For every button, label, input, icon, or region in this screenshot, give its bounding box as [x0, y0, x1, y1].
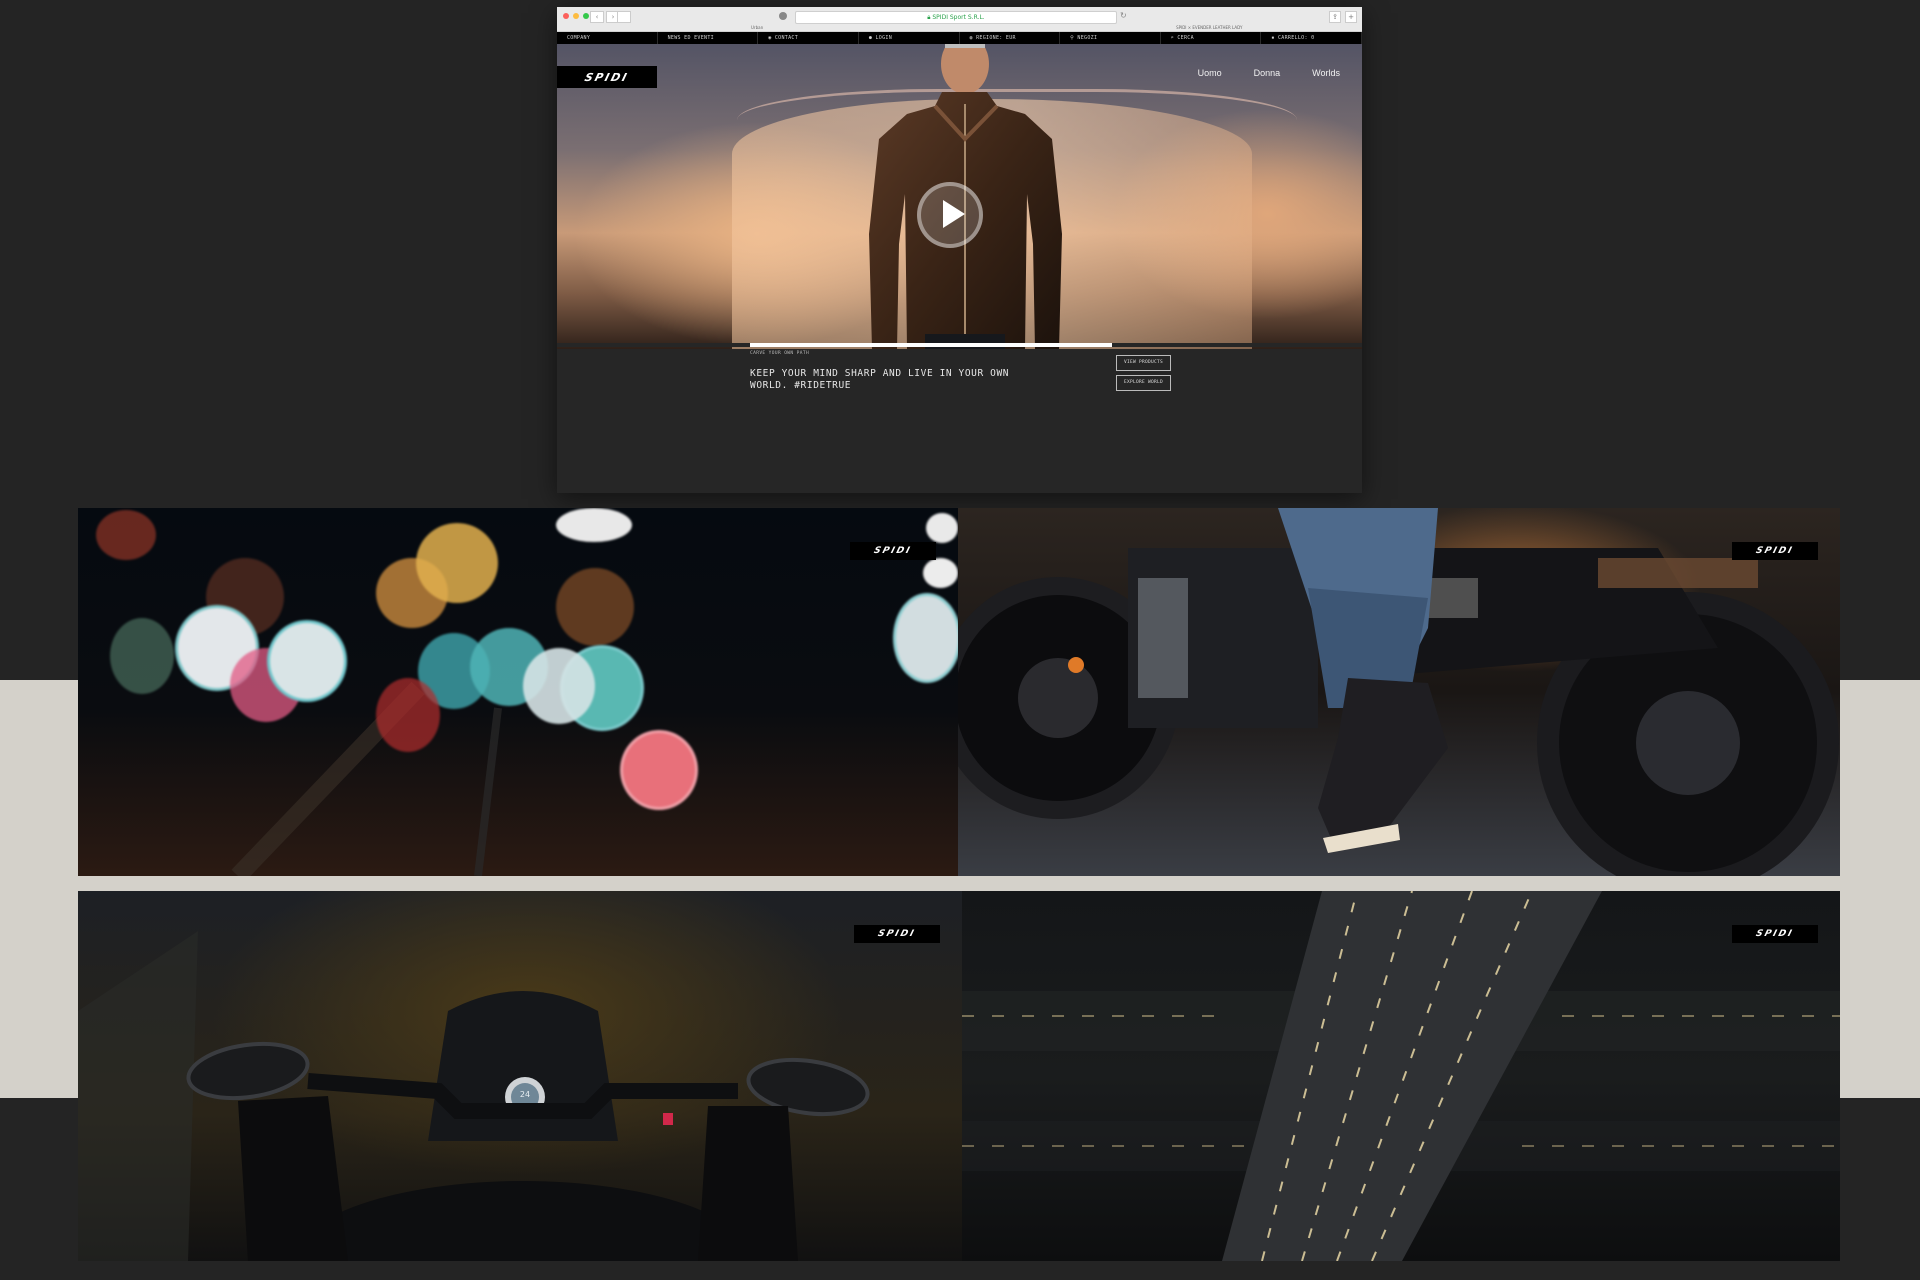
spidi-logo[interactable]: SPIDI: [557, 66, 657, 88]
spidi-logo: SPIDI: [850, 542, 936, 560]
video-progress-fill: [750, 343, 1113, 347]
topnav-news[interactable]: NEWS ED EVENTI: [658, 32, 759, 44]
tab-evender[interactable]: SPIDI × EVENDER LEATHER LADY: [1057, 24, 1363, 31]
window-controls[interactable]: [563, 13, 589, 19]
play-icon[interactable]: [917, 182, 983, 248]
video-frame-motorcycle-boot: SPIDI: [958, 508, 1840, 876]
bokeh-light: [556, 508, 632, 542]
bokeh-light: [96, 510, 156, 560]
bokeh-light: [523, 648, 595, 724]
topnav-login[interactable]: ● LOGIN: [859, 32, 960, 44]
video-frame-handlebar-pov: 24 SPIDI: [78, 891, 962, 1261]
video-frame-aerial-highway: SPIDI: [962, 891, 1840, 1261]
caption-headline: KEEP YOUR MIND SHARP AND LIVE IN YOUR OW…: [750, 368, 1010, 391]
spidi-logo: SPIDI: [854, 925, 940, 943]
browser-chrome: ‹ › 🔒︎ SPIDI Sport S.R.L. ↻ ⇪ + Urban SP…: [557, 7, 1362, 32]
hero-video[interactable]: SPIDI Uomo Donna Worlds: [557, 44, 1362, 349]
bokeh-light: [923, 558, 958, 588]
view-products-button[interactable]: VIEW PRODUCTS: [1116, 355, 1171, 371]
contact-icon: ◉: [768, 35, 775, 41]
share-icon[interactable]: ⇪: [1329, 11, 1341, 23]
url-text: SPIDI Sport S.R.L.: [932, 14, 985, 21]
bokeh-light: [110, 618, 174, 694]
bokeh-light: [416, 523, 498, 603]
back-icon[interactable]: ‹: [590, 11, 604, 23]
bokeh-light: [926, 513, 958, 543]
settings-icon[interactable]: [779, 12, 787, 20]
minimize-window-icon[interactable]: [573, 13, 579, 19]
nav-worlds[interactable]: Worlds: [1312, 68, 1340, 78]
motorcycle-illustration: [958, 508, 1839, 876]
url-bar[interactable]: 🔒︎ SPIDI Sport S.R.L.: [795, 11, 1117, 24]
maximize-window-icon[interactable]: [583, 13, 589, 19]
user-icon: ●: [868, 35, 876, 41]
spidi-logo: SPIDI: [1732, 925, 1818, 943]
topnav-search[interactable]: ⌕ CERCA: [1161, 32, 1262, 44]
main-nav: Uomo Donna Worlds: [1198, 68, 1340, 78]
video-progress-bar[interactable]: [557, 343, 1362, 347]
bokeh-light: [376, 678, 440, 752]
bokeh-light: [556, 568, 634, 646]
nav-uomo[interactable]: Uomo: [1198, 68, 1222, 78]
topnav-stores[interactable]: ⚲ NEGOZI: [1060, 32, 1161, 44]
caption-eyebrow: CARVE YOUR OWN PATH: [750, 351, 810, 356]
topnav-cart[interactable]: ▪ CARRELLO: 0: [1261, 32, 1362, 44]
topnav-contact[interactable]: ◉ CONTACT: [758, 32, 859, 44]
sidebar-icon[interactable]: [617, 11, 631, 23]
highway-illustration: [962, 891, 1840, 1261]
bokeh-light: [896, 596, 958, 680]
tab-urban[interactable]: Urban: [557, 24, 1057, 31]
browser-window: ‹ › 🔒︎ SPIDI Sport S.R.L. ↻ ⇪ + Urban SP…: [557, 7, 1362, 493]
close-window-icon[interactable]: [563, 13, 569, 19]
bokeh-light: [623, 733, 695, 807]
spidi-logo: SPIDI: [1732, 542, 1818, 560]
topnav-company[interactable]: COMPANY: [557, 32, 658, 44]
tab-bar: Urban SPIDI × EVENDER LEATHER LADY: [557, 24, 1362, 31]
explore-world-button[interactable]: EXPLORE WORLD: [1116, 375, 1171, 391]
new-tab-icon[interactable]: +: [1345, 11, 1357, 23]
reload-icon[interactable]: ↻: [1120, 11, 1127, 20]
bokeh-light: [270, 623, 344, 699]
nav-donna[interactable]: Donna: [1254, 68, 1281, 78]
cart-icon: ▪: [1271, 35, 1278, 41]
handlebar-illustration: [78, 931, 870, 1261]
dash-readout: 24: [519, 1090, 531, 1099]
topnav-region[interactable]: ◍ REGIONE: EUR: [960, 32, 1061, 44]
hero-caption: CARVE YOUR OWN PATH KEEP YOUR MIND SHARP…: [750, 351, 1250, 391]
top-utility-nav: COMPANY NEWS ED EVENTI ◉ CONTACT ● LOGIN…: [557, 32, 1362, 44]
video-frame-city-bokeh: SPIDI: [78, 508, 958, 876]
